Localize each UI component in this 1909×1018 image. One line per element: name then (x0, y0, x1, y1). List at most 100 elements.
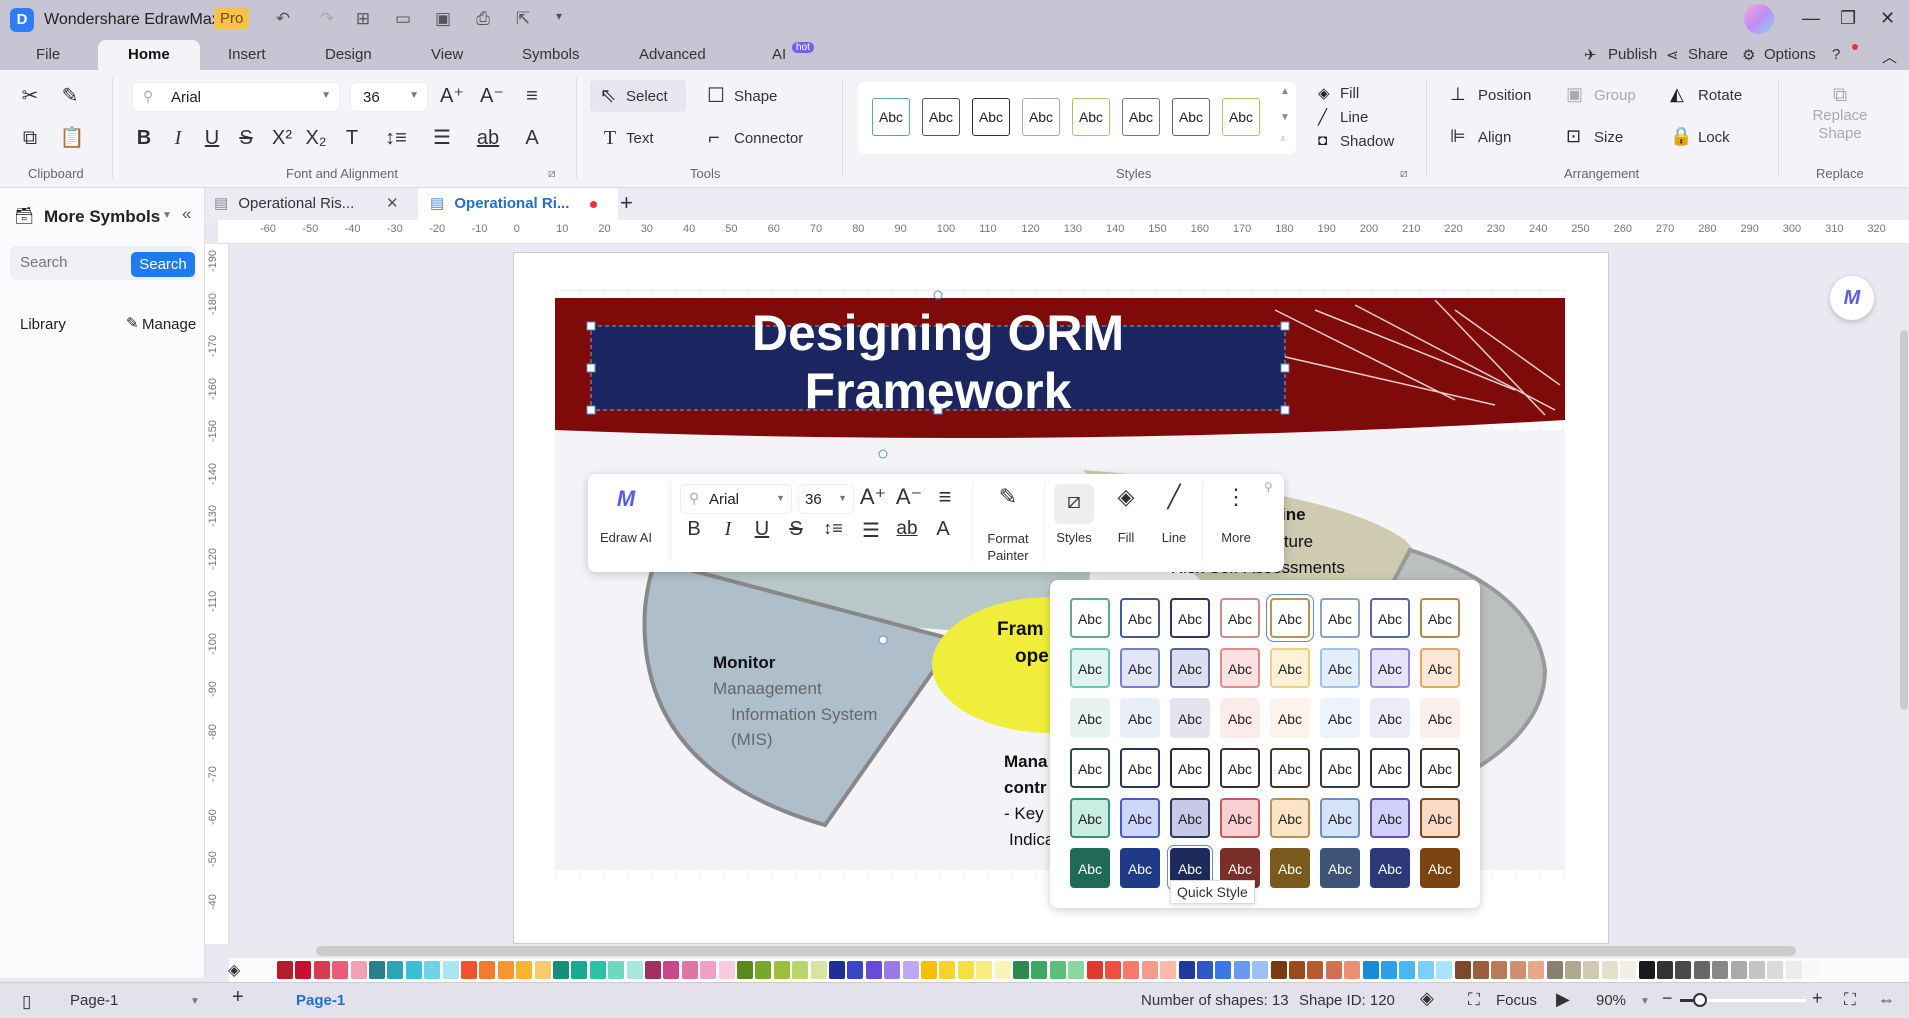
color-swatch[interactable] (1289, 961, 1305, 979)
color-swatch[interactable] (277, 961, 293, 979)
quick-style-option[interactable]: Abc (1120, 748, 1160, 788)
color-swatch[interactable] (847, 961, 864, 979)
quick-style-option[interactable]: Abc (1320, 748, 1360, 788)
font-size-select[interactable]: 36 ▼ (350, 82, 428, 112)
color-swatch[interactable] (755, 961, 772, 979)
dialog-launcher-icon[interactable]: ⧄ (1400, 166, 1408, 181)
tab-file[interactable]: File (36, 46, 60, 63)
underline-icon[interactable]: U (198, 124, 226, 152)
color-swatch[interactable] (332, 961, 349, 979)
increase-font-icon[interactable]: A⁺ (858, 484, 888, 510)
help-icon[interactable]: ? (1832, 46, 1840, 63)
quick-style-option[interactable]: Abc (1220, 598, 1260, 638)
brush-icon[interactable]: ╱ (1154, 484, 1194, 510)
color-swatch[interactable] (1381, 961, 1397, 979)
quick-style-option[interactable]: Abc (1420, 598, 1460, 638)
quick-style-option[interactable]: Abc (1170, 598, 1210, 638)
color-swatch[interactable] (497, 961, 514, 979)
open-folder-icon[interactable]: ▭ (392, 9, 414, 29)
color-swatch[interactable] (700, 961, 717, 979)
color-swatch[interactable] (1399, 961, 1416, 979)
text-button[interactable]: T Text (596, 124, 676, 156)
color-swatch[interactable] (1436, 961, 1453, 979)
page-select[interactable]: Page-1 (70, 992, 118, 1009)
color-swatch[interactable] (589, 961, 606, 979)
pin-icon[interactable]: ⚲ (1264, 480, 1273, 494)
quick-style-option[interactable]: Abc (1070, 598, 1110, 638)
color-swatch[interactable] (1325, 961, 1342, 979)
undo-icon[interactable]: ↶ (272, 9, 294, 29)
quick-style-option[interactable]: Abc (1270, 748, 1310, 788)
color-swatch[interactable] (902, 961, 919, 979)
color-swatch[interactable] (1583, 961, 1600, 979)
color-swatch[interactable] (1105, 961, 1121, 979)
tab-symbols[interactable]: Symbols (522, 46, 580, 63)
save-icon[interactable]: ▣ (432, 9, 454, 29)
format-painter-icon[interactable]: ✎ (984, 484, 1032, 510)
color-swatch[interactable] (1068, 961, 1085, 979)
text-direction-icon[interactable]: T (338, 124, 366, 152)
quick-style-option[interactable]: Abc (1320, 698, 1360, 738)
line-spacing-icon[interactable]: ↕≡ (818, 518, 848, 539)
close-tab-icon[interactable]: ✕ (386, 188, 399, 220)
color-swatch[interactable] (1233, 961, 1250, 979)
lock-button[interactable]: 🔒 Lock (1670, 126, 1760, 150)
bold-icon[interactable]: B (680, 518, 708, 541)
color-swatch[interactable] (663, 961, 680, 979)
gallery-up-icon[interactable]: ▲ (1280, 86, 1290, 97)
style-preset[interactable]: Abc (972, 98, 1010, 136)
quick-style-option[interactable]: Abc (1220, 798, 1260, 838)
color-swatch[interactable] (773, 961, 790, 979)
style-preset[interactable]: Abc (872, 98, 910, 136)
quick-style-option[interactable]: Abc (1270, 848, 1310, 888)
quick-style-option[interactable]: Abc (1170, 748, 1210, 788)
color-swatch[interactable] (865, 961, 882, 979)
color-swatch[interactable] (1749, 961, 1765, 979)
quick-style-option[interactable]: Abc (1370, 698, 1410, 738)
color-swatch[interactable] (1657, 961, 1673, 979)
edraw-ai-fab[interactable]: M (1830, 276, 1874, 320)
decrease-font-icon[interactable]: A⁻ (894, 484, 924, 510)
color-swatch[interactable] (1785, 961, 1802, 979)
color-swatch[interactable] (387, 961, 404, 979)
share-icon[interactable]: ⋖ (1666, 46, 1679, 64)
collapse-ribbon-icon[interactable]: ︿ (1882, 46, 1897, 67)
style-preset[interactable]: Abc (922, 98, 960, 136)
color-swatch[interactable] (553, 961, 569, 979)
color-swatch[interactable] (1344, 961, 1361, 979)
align-button[interactable]: ⊫ Align (1450, 126, 1540, 150)
quick-style-option[interactable]: Abc (1270, 698, 1310, 738)
edraw-ai-label[interactable]: Edraw AI (592, 530, 660, 545)
replace-shape-button[interactable]: ⧉ Replace Shape (1780, 84, 1900, 154)
close-window-icon[interactable]: ✕ (1880, 8, 1895, 29)
align-text-icon[interactable]: ≡ (518, 82, 546, 110)
fit-page-icon[interactable]: ⛶ (1844, 990, 1856, 1010)
copy-icon[interactable]: ⧉ (16, 124, 44, 152)
color-swatch[interactable] (1804, 961, 1821, 979)
color-swatch[interactable] (681, 961, 698, 979)
search-button[interactable]: Search (131, 252, 195, 277)
quick-style-option[interactable]: Abc (1120, 698, 1160, 738)
color-swatch[interactable] (939, 961, 956, 979)
color-swatch[interactable] (295, 961, 312, 979)
chevron-down-icon[interactable]: ▼ (1640, 996, 1650, 1007)
connection-point[interactable] (878, 635, 888, 645)
color-swatch[interactable] (829, 961, 845, 979)
fill-icon[interactable]: ◈ (1106, 484, 1146, 510)
export-icon[interactable]: ⇱ (512, 9, 534, 29)
style-preset[interactable]: Abc (1072, 98, 1110, 136)
doc-tab-1[interactable]: ▤ Operational Ris... ✕ (214, 188, 414, 220)
quick-style-option[interactable]: Abc (1220, 648, 1260, 688)
doc-tab-2[interactable]: ▤ Operational Ri... (418, 188, 618, 220)
quick-style-option[interactable]: Abc (1370, 748, 1410, 788)
color-swatch[interactable] (1086, 961, 1103, 979)
color-swatch[interactable] (626, 961, 643, 979)
color-swatch[interactable] (1491, 961, 1508, 979)
fill-label[interactable]: Fill (1106, 530, 1146, 545)
fill-button[interactable]: ◈ Fill (1318, 84, 1398, 104)
color-swatch[interactable] (461, 961, 477, 979)
color-swatch[interactable] (1362, 961, 1379, 979)
gallery-expand-icon[interactable]: ⩡ (1280, 134, 1286, 145)
shadow-button[interactable]: ◘ Shadow (1318, 132, 1418, 152)
color-swatch[interactable] (479, 961, 496, 979)
